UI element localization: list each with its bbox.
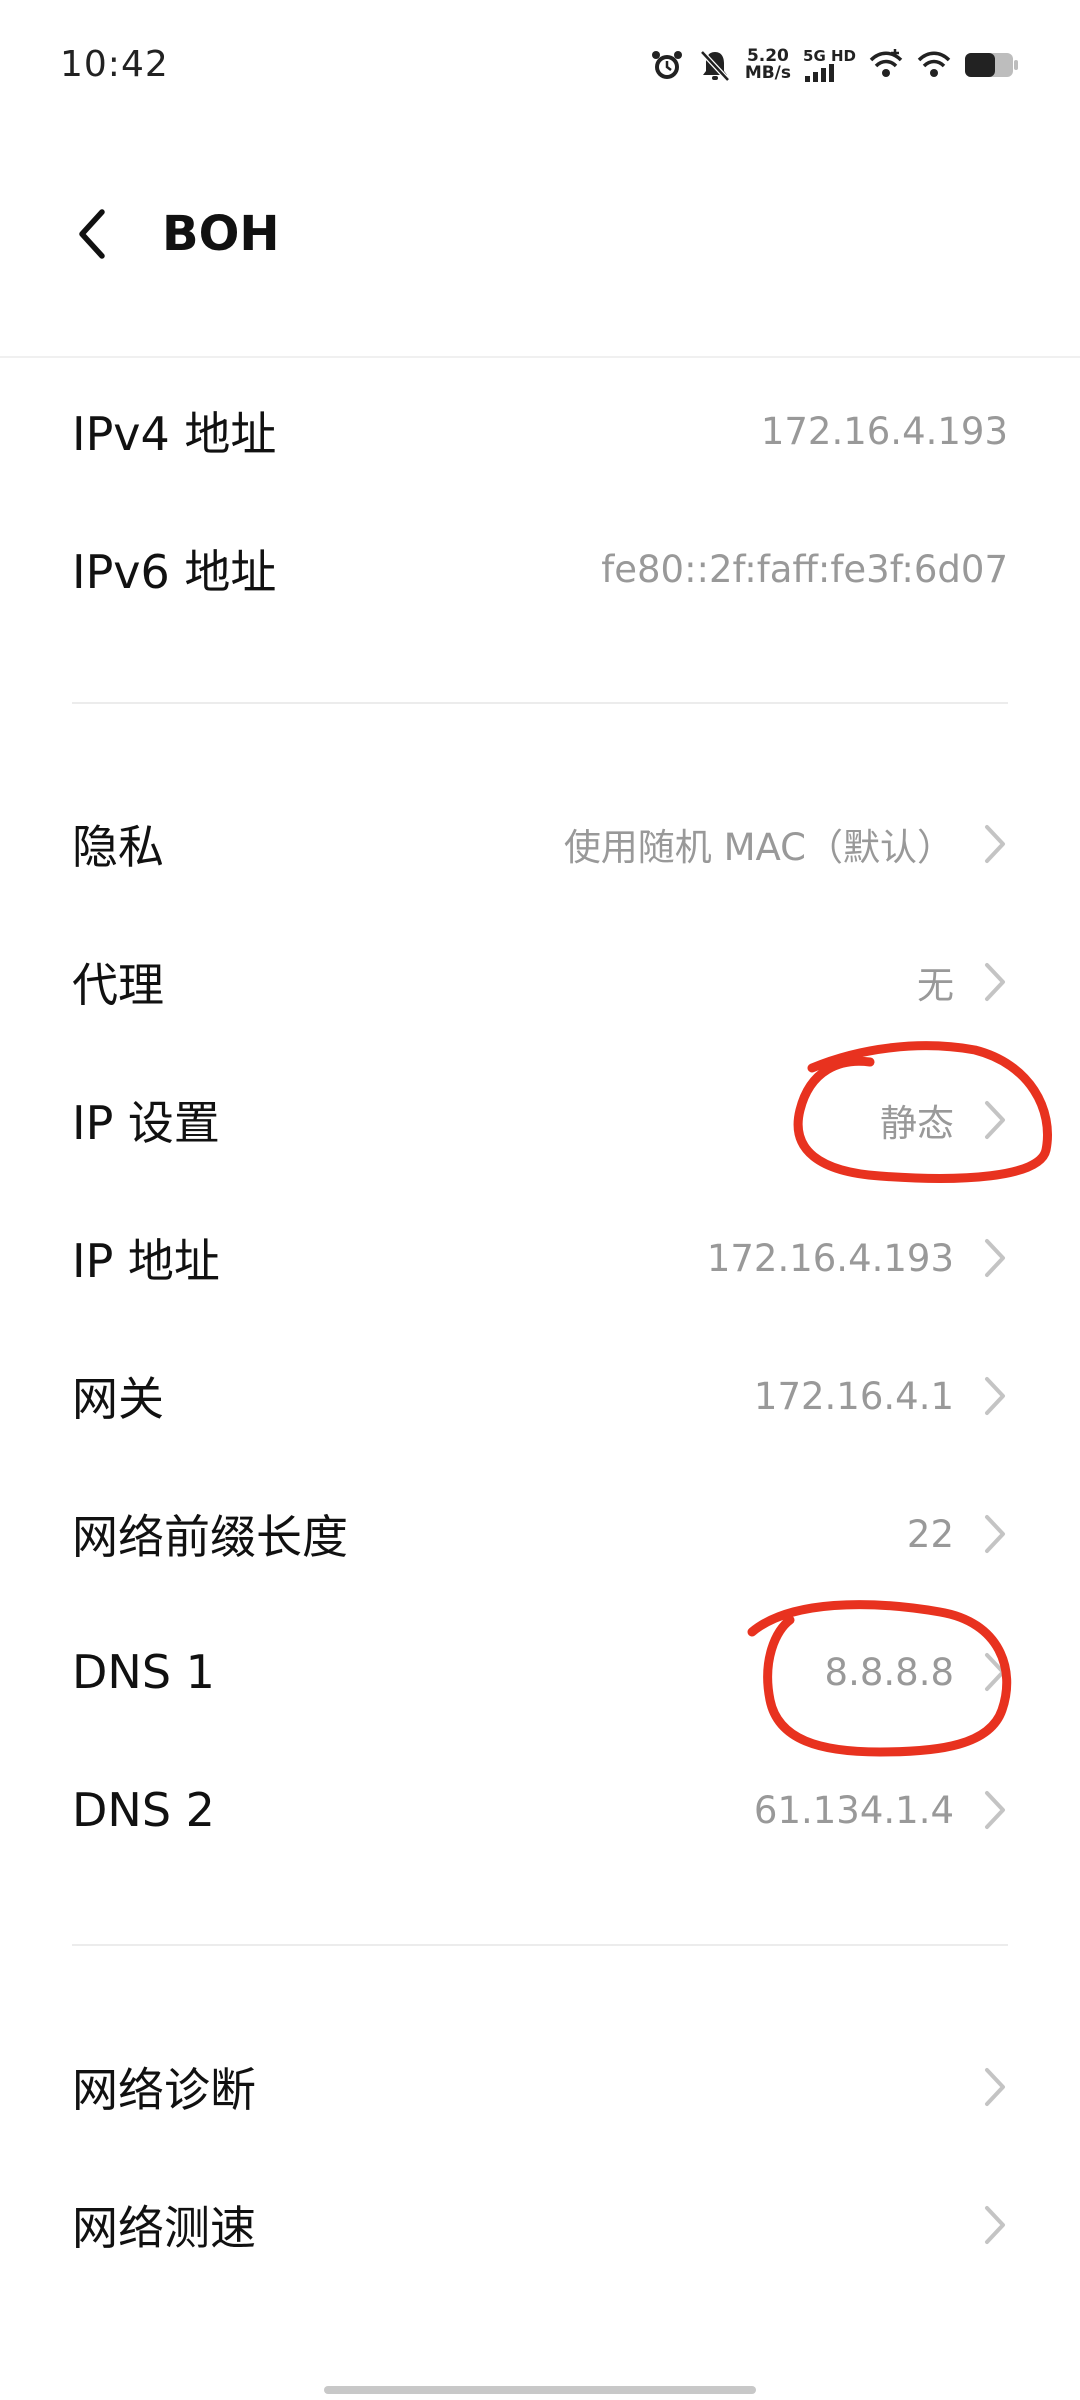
proxy-row[interactable]: 代理 无 [72,913,1008,1051]
wifi-network-detail-screen: 10:42 5.20 MB/s 5G HD BOH IPv4 地址 172.16… [0,0,1080,2400]
chevron-right-icon [985,2068,1005,2106]
ip-address-row[interactable]: IP 地址 172.16.4.193 [72,1189,1008,1327]
row-value: 使用随机 MAC（默认） [563,826,954,869]
wifi-plus-icon [869,49,903,77]
row-value: 无 [917,964,954,1007]
row-label: 隐私 [72,820,164,874]
privacy-row[interactable]: 隐私 使用随机 MAC（默认） [72,775,1008,913]
row-label: 网关 [72,1372,164,1426]
back-chevron-icon [79,209,105,259]
page-title: BOH [162,206,280,262]
chevron-right-icon [985,1101,1005,1139]
row-value: 22 [906,1512,954,1556]
row-value: fe80::2f:faff:fe3f:6d07 [601,547,1008,591]
chevron-right-icon [985,963,1005,1001]
row-value: 172.16.4.1 [753,1374,954,1418]
chevron-right-icon [985,825,1005,863]
header: BOH [0,180,1080,290]
signal-bars-icon [805,63,835,82]
back-button[interactable] [60,202,124,266]
row-label: 网络测速 [72,2201,256,2255]
wifi-icon [917,51,951,77]
ip-settings-row[interactable]: IP 设置 静态 [72,1051,1008,1189]
row-label: IP 设置 [72,1096,220,1150]
row-value: 172.16.4.193 [706,1236,954,1280]
row-value: 静态 [880,1102,954,1145]
status-time: 10:42 [60,44,169,85]
network-speed-indicator: 5.20 MB/s [745,48,791,82]
section-divider [72,702,1008,704]
row-value: 8.8.8.8 [824,1650,954,1694]
chevron-right-icon [985,2206,1005,2244]
battery-icon [965,53,1018,77]
chevron-right-icon [985,1377,1005,1415]
cellular-label: 5G HD [803,46,856,65]
chevron-right-icon [985,1515,1005,1553]
chevron-right-icon [985,1653,1005,1691]
row-label: IPv6 地址 [72,545,277,599]
row-value: 172.16.4.193 [760,409,1008,453]
status-bar: 10:42 5.20 MB/s 5G HD [0,0,1080,140]
row-label: 网络诊断 [72,2063,256,2117]
section-divider [72,1944,1008,1946]
row-label: DNS 1 [72,1645,215,1699]
status-icons: 5.20 MB/s 5G HD [649,40,1020,90]
ipv6-address-row: IPv6 地址 fe80::2f:faff:fe3f:6d07 [72,500,1008,638]
row-label: 网络前缀长度 [72,1510,348,1564]
header-divider [0,356,1080,358]
dns1-row[interactable]: DNS 1 8.8.8.8 [72,1603,1008,1741]
row-label: DNS 2 [72,1783,215,1837]
network-speed-test-row[interactable]: 网络测速 [72,2156,1008,2294]
bell-muted-icon [699,50,730,82]
row-label: IPv4 地址 [72,407,277,461]
prefix-length-row[interactable]: 网络前缀长度 22 [72,1465,1008,1603]
alarm-icon [651,51,682,79]
row-label: 代理 [72,958,164,1012]
dns2-row[interactable]: DNS 2 61.134.1.4 [72,1741,1008,1879]
gateway-row[interactable]: 网关 172.16.4.1 [72,1327,1008,1465]
ipv4-address-row: IPv4 地址 172.16.4.193 [72,362,1008,500]
speed-unit: MB/s [744,63,792,83]
network-diagnosis-row[interactable]: 网络诊断 [72,2018,1008,2156]
chevron-right-icon [985,1791,1005,1829]
home-indicator[interactable] [324,2386,756,2394]
row-label: IP 地址 [72,1234,220,1288]
chevron-right-icon [985,1239,1005,1277]
cellular-indicator: 5G HD [803,46,856,82]
row-value: 61.134.1.4 [753,1788,954,1832]
